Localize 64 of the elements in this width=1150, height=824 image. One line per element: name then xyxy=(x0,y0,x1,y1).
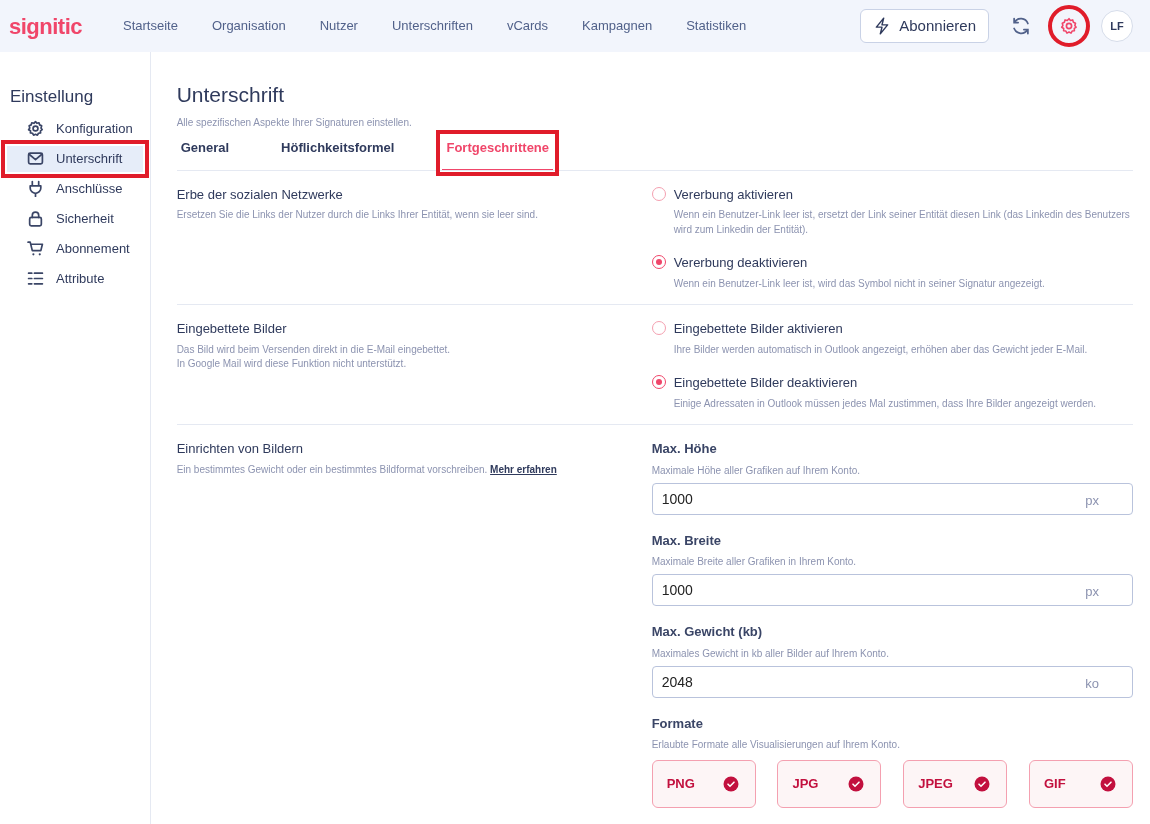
sidebar-item[interactable]: Konfiguration xyxy=(7,115,143,142)
option-label: Eingebettete Bilder aktivieren xyxy=(673,320,844,339)
field-label: Max. Breite xyxy=(651,531,722,550)
field-label: Max. Gewicht (kb) xyxy=(651,623,764,642)
sidebar-item[interactable]: Sicherheit xyxy=(7,205,143,232)
option-label: Vererbung aktivieren xyxy=(673,185,794,204)
sidebar-item[interactable]: Anschlüsse xyxy=(7,175,143,202)
format-option[interactable]: GIF xyxy=(1028,760,1133,809)
unit-label: ko xyxy=(1085,674,1099,693)
format-option[interactable]: JPEG xyxy=(903,760,1008,809)
plug-icon xyxy=(27,180,44,197)
option-label: Eingebettete Bilder deaktivieren xyxy=(673,374,859,393)
nav-link[interactable]: Startseite xyxy=(106,16,195,36)
option-label: Vererbung deaktivieren xyxy=(673,254,809,273)
page-title: Unterschrift xyxy=(176,82,285,108)
subscribe-button[interactable]: Abonnieren xyxy=(860,9,989,43)
option-description: Einige Adressaten in Outlook müssen jedes Mal zustimmen, dass Ihre Bilder angezeigt werden. xyxy=(673,396,1097,411)
settings-icon xyxy=(1060,17,1078,35)
page-subtitle: Alle spezifischen Aspekte Ihrer Signaturen einstellen. xyxy=(176,116,413,131)
sidebar-item[interactable]: Unterschrift xyxy=(7,145,143,172)
option-description: Ihre Bilder werden automatisch in Outlook angezeigt, erhöhen aber das Gewicht jeder E-Mail. xyxy=(673,342,1088,357)
section-title: Eingebettete Bilder xyxy=(176,320,288,339)
nav-link[interactable]: Organisation xyxy=(194,16,303,36)
nav-link[interactable]: Nutzer xyxy=(302,16,375,36)
format-label: JPG xyxy=(792,775,819,794)
option-description: Wenn ein Benutzer-Link leer ist, wird das Symbol nicht in seiner Signatur angezeigt. xyxy=(673,276,1045,291)
nav-link[interactable]: vCards xyxy=(489,16,566,36)
field-hint: Maximale Höhe aller Grafiken auf Ihrem Konto. xyxy=(651,463,862,478)
field-label: Formate xyxy=(651,714,704,733)
format-option[interactable]: JPG xyxy=(777,760,882,809)
tab[interactable]: Fortgeschrittene xyxy=(442,136,554,170)
envelope-icon xyxy=(27,150,44,167)
learn-more-link[interactable]: Mehr erfahren xyxy=(490,463,557,475)
nav-link[interactable]: Kampagnen xyxy=(565,16,670,36)
sidebar-item[interactable]: Abonnement xyxy=(7,235,143,262)
gear-icon xyxy=(27,120,44,137)
unit-label: px xyxy=(1085,583,1099,602)
lock-icon xyxy=(27,210,44,227)
field-label: Max. Höhe xyxy=(651,440,718,459)
list-icon xyxy=(27,270,44,287)
section-description: Ein bestimmtes Gewicht oder ein bestimmtes Bildformat vorschreiben. Mehr erfahren xyxy=(176,462,558,477)
sidebar-item[interactable]: Attribute xyxy=(7,265,143,292)
nav-link[interactable]: Statistiken xyxy=(669,16,764,36)
section-title: Einrichten von Bildern xyxy=(176,440,305,459)
field-hint: Maximale Breite aller Grafiken in Ihrem Konto. xyxy=(651,555,858,570)
cart-icon xyxy=(27,240,44,257)
logo: signitic xyxy=(9,12,82,41)
nav-link[interactable]: Unterschriften xyxy=(374,16,490,36)
avatar[interactable]: LF xyxy=(1101,10,1133,42)
section-description: Das Bild wird beim Versenden direkt in die E-Mail eingebettet. In Google Mail wird diese Funktion nicht unterstützt. xyxy=(176,342,452,372)
sidebar-title: Einstellung xyxy=(9,86,95,108)
option-description: Wenn ein Benutzer-Link leer ist, ersetzt der Link seiner Entität diesen Link (das Linkedin des Benutzers wird zum Linkedin der Entität). xyxy=(673,208,1131,237)
format-label: PNG xyxy=(666,775,695,794)
format-label: JPEG xyxy=(918,775,953,794)
tab[interactable]: General xyxy=(176,136,234,170)
unit-label: px xyxy=(1085,491,1099,510)
section-title: Erbe der sozialen Netzwerke xyxy=(176,185,344,204)
refresh-icon xyxy=(1011,16,1031,36)
format-option[interactable]: PNG xyxy=(651,760,756,809)
tab[interactable]: Höflichkeitsformel xyxy=(277,136,399,170)
field-hint: Erlaubte Formate alle Visualisierungen auf Ihrem Konto. xyxy=(651,738,901,753)
format-label: GIF xyxy=(1043,775,1066,794)
section-description: Ersetzen Sie die Links der Nutzer durch die Links Ihrer Entität, wenn sie leer sind. xyxy=(176,208,539,223)
field-hint: Maximales Gewicht in kb aller Bilder auf Ihrem Konto. xyxy=(651,646,890,661)
